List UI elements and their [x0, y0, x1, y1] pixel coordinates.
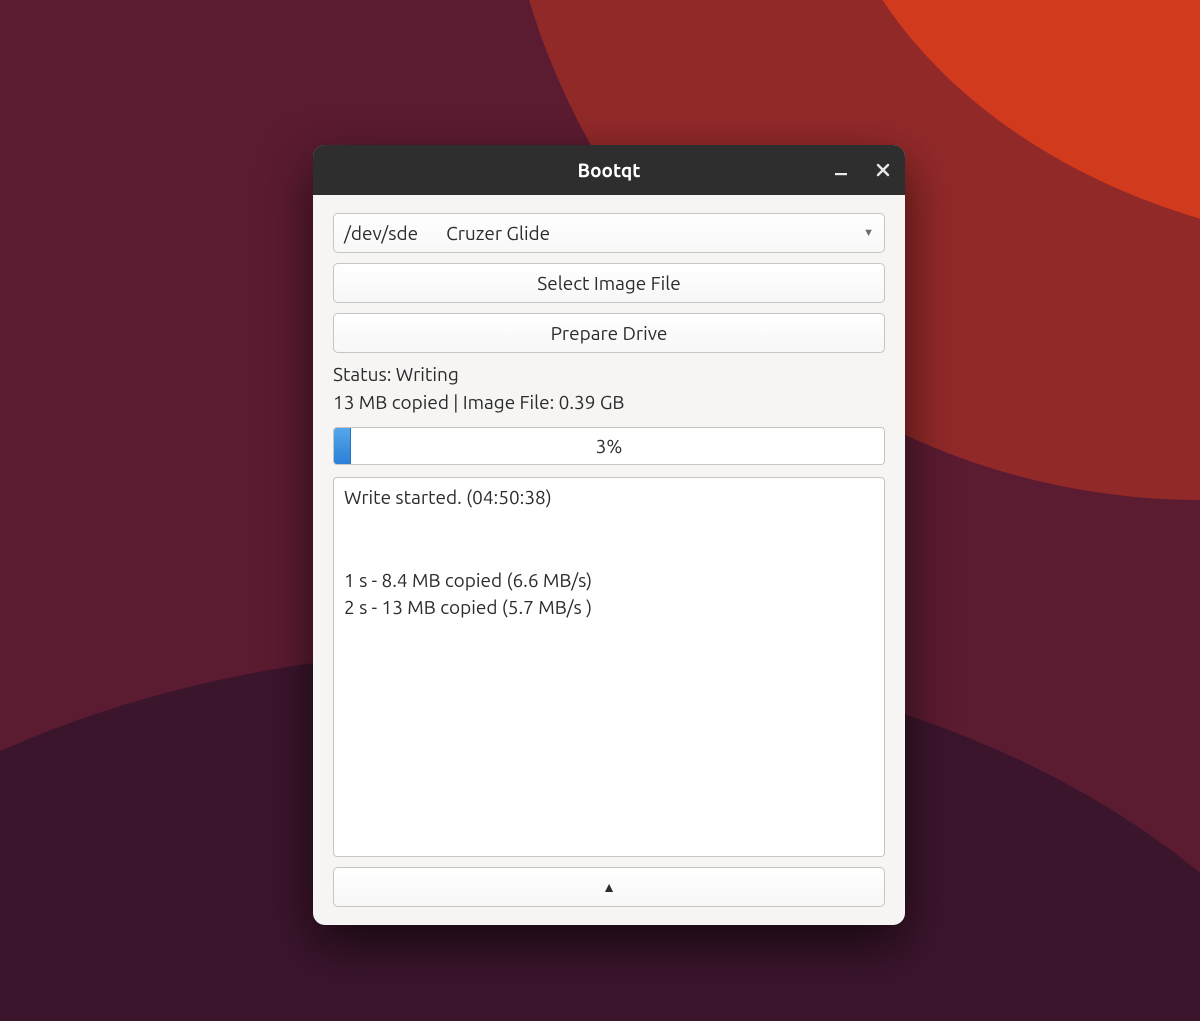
app-window: Bootqt /dev/sde Cruzer Glide ▼ Select Im… [313, 145, 905, 925]
progress-fill [334, 428, 351, 464]
drive-label: Cruzer Glide [446, 222, 550, 244]
minimize-button[interactable] [829, 158, 853, 182]
drive-device: /dev/sde [344, 222, 418, 244]
chevron-down-icon: ▼ [863, 227, 874, 239]
chevron-up-icon: ▲ [602, 879, 616, 895]
titlebar[interactable]: Bootqt [313, 145, 905, 195]
select-image-label: Select Image File [537, 272, 680, 294]
minimize-icon [834, 163, 848, 177]
select-image-button[interactable]: Select Image File [333, 263, 885, 303]
close-button[interactable] [871, 158, 895, 182]
close-icon [876, 163, 890, 177]
drive-selector-value: /dev/sde Cruzer Glide [344, 222, 550, 244]
progress-detail-text: 13 MB copied | Image File: 0.39 GB [333, 391, 885, 413]
prepare-drive-button[interactable]: Prepare Drive [333, 313, 885, 353]
titlebar-controls [829, 145, 895, 195]
progress-bar: 3% [333, 427, 885, 465]
drive-selector[interactable]: /dev/sde Cruzer Glide ▼ [333, 213, 885, 253]
status-text: Status: Writing [333, 363, 885, 385]
progress-percent-label: 3% [596, 435, 623, 457]
log-output[interactable]: Write started. (04:50:38) 1 s - 8.4 MB c… [333, 477, 885, 857]
window-title: Bootqt [578, 159, 641, 181]
expand-button[interactable]: ▲ [333, 867, 885, 907]
prepare-drive-label: Prepare Drive [551, 322, 668, 344]
window-content: /dev/sde Cruzer Glide ▼ Select Image Fil… [313, 195, 905, 925]
